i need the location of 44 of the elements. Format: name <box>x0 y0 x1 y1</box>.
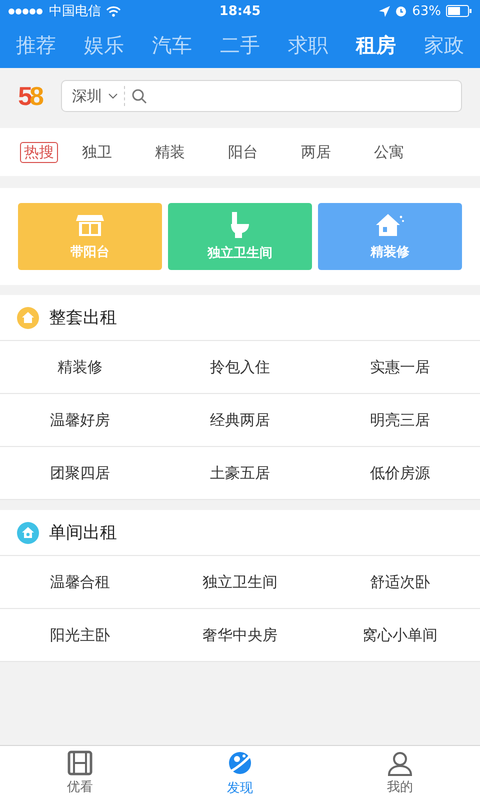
wifi-icon <box>106 6 121 16</box>
filter-link[interactable]: 实惠一居 <box>370 358 430 376</box>
film-icon <box>67 750 93 776</box>
caret-icon <box>108 93 118 99</box>
filter-link[interactable]: 温馨合租 <box>50 572 110 592</box>
filter-link[interactable]: 阳光主卧 <box>50 626 110 644</box>
status-time: 18:45 <box>219 4 261 18</box>
section-title: 整套出租 <box>49 307 117 329</box>
signal-icon <box>8 8 44 14</box>
filter-link[interactable]: 经典两居 <box>210 410 270 430</box>
filter-link[interactable]: 团聚四居 <box>50 464 110 482</box>
hot-search-link[interactable]: 公寓 <box>374 142 447 162</box>
filter-link[interactable]: 低价房源 <box>370 464 430 482</box>
carrier-name: 中国电信 <box>49 3 101 20</box>
bottom-tab[interactable]: 发现 <box>160 746 320 800</box>
toilet-icon <box>229 212 251 238</box>
logo: 58 <box>18 80 41 112</box>
hot-search-tag: 热搜 <box>20 142 58 162</box>
filter-link[interactable]: 窝心小单间 <box>362 626 438 644</box>
bottom-tab[interactable]: 我的 <box>320 746 480 800</box>
bottom-tab[interactable]: 优看 <box>0 746 160 800</box>
filter-link[interactable]: 精装修 <box>58 358 102 376</box>
filter-link[interactable]: 土豪五居 <box>210 464 270 482</box>
battery-percent: 63% <box>412 4 442 18</box>
storefront-icon <box>76 212 104 236</box>
person-icon <box>386 750 414 776</box>
hot-search-link[interactable]: 两居 <box>301 142 374 162</box>
hot-search-link[interactable]: 精装 <box>155 142 228 162</box>
battery-icon <box>446 5 472 17</box>
hot-search-link[interactable]: 阳台 <box>228 142 301 162</box>
hot-search-link[interactable]: 独卫 <box>82 142 155 162</box>
location-arrow-icon <box>379 6 390 16</box>
alarm-clock-icon <box>395 5 408 17</box>
house-icon <box>375 212 405 236</box>
search-icon <box>132 88 147 104</box>
section-title: 单间出租 <box>49 522 117 544</box>
filter-link[interactable]: 明亮三居 <box>370 410 430 430</box>
search-field[interactable]: 深圳 <box>60 80 462 112</box>
category-tab[interactable]: 租房 <box>356 32 396 58</box>
filter-link[interactable]: 温馨好房 <box>50 410 110 430</box>
filter-link[interactable]: 舒适次卧 <box>370 572 430 592</box>
filter-link[interactable]: 奢华中央房 <box>202 626 278 644</box>
filter-link[interactable]: 拎包入住 <box>210 358 270 376</box>
filter-link[interactable]: 独立卫生间 <box>202 572 278 592</box>
